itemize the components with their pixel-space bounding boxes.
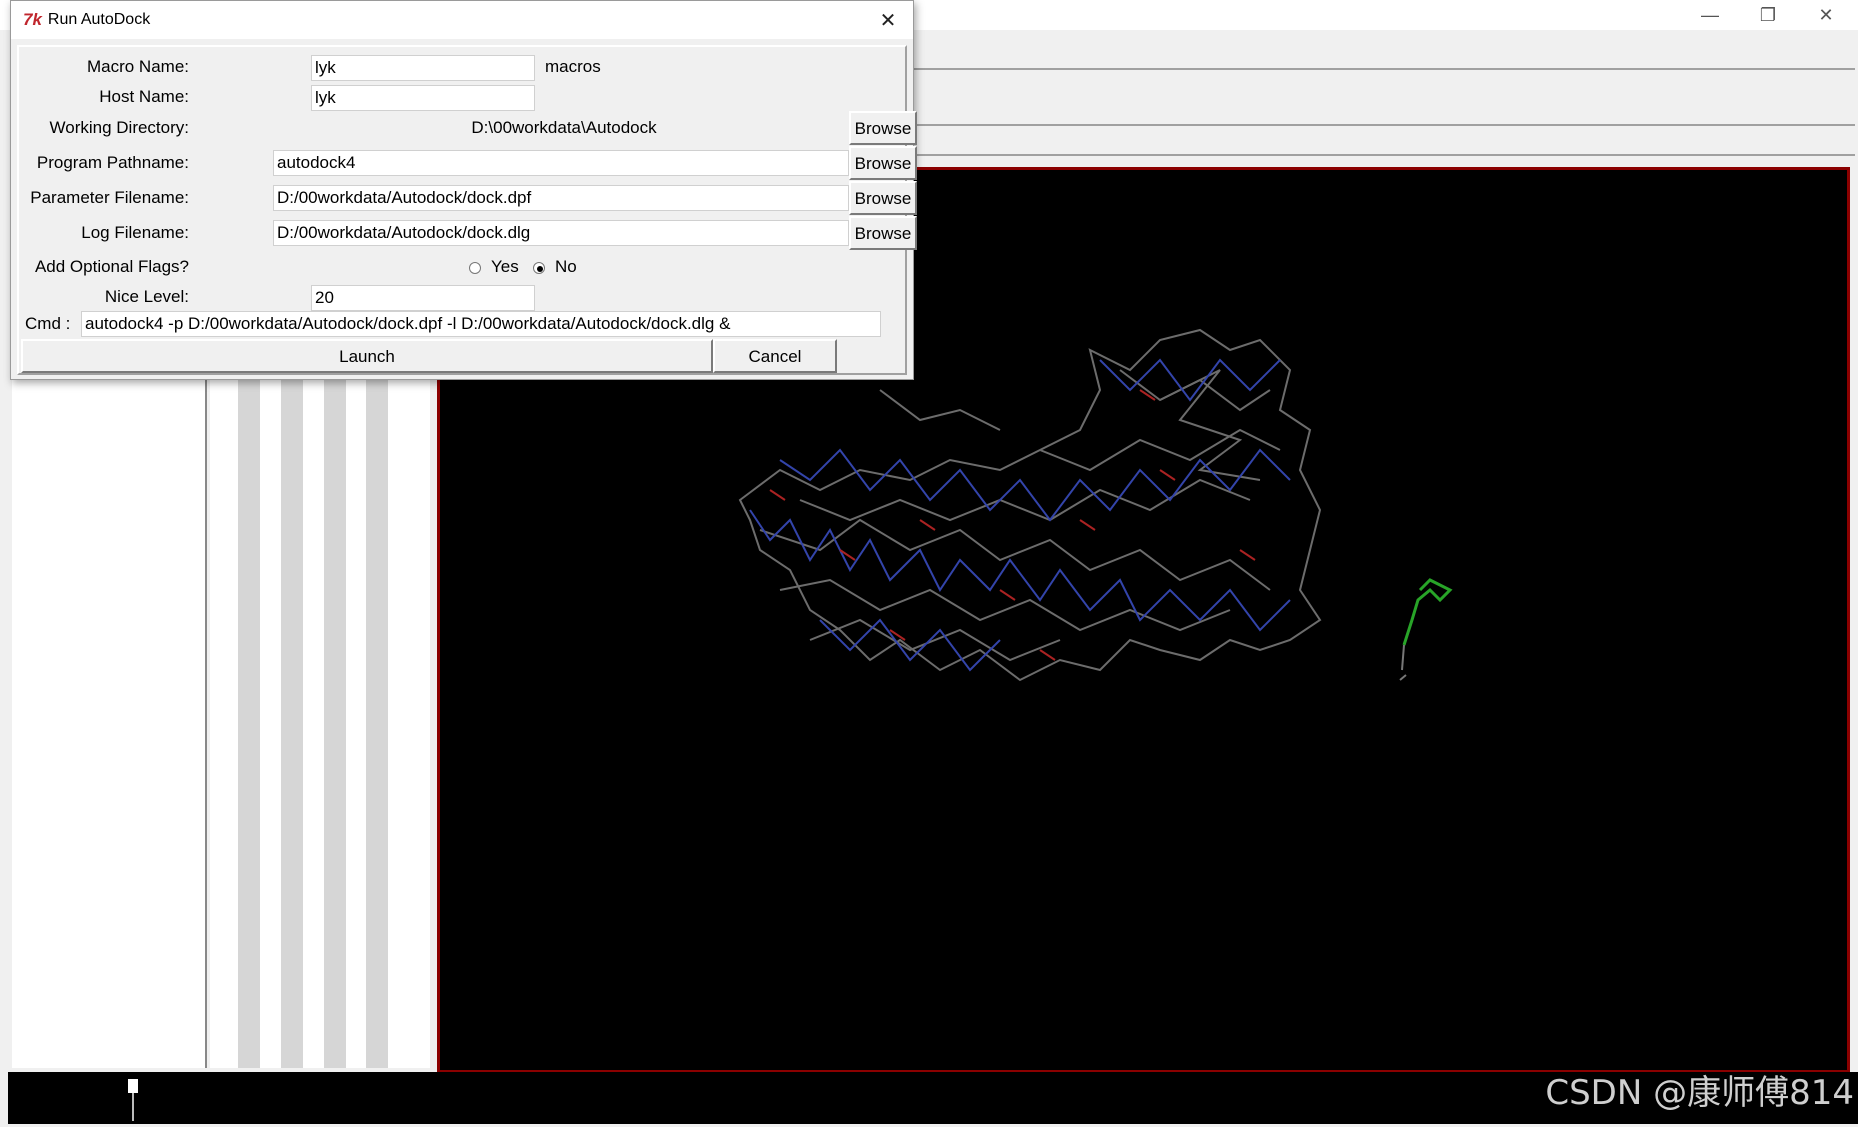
run-autodock-dialog: 7k Run AutoDock ✕ Macro Name: lyk macros… [10,0,917,380]
tk-icon: 7k [23,10,42,29]
dashboard-column[interactable] [281,380,303,1068]
working-directory-value: D:\00workdata\Autodock [279,115,859,141]
program-pathname-label: Program Pathname: [36,153,189,172]
toolbar-divider [900,124,1855,126]
log-filename-browse-button[interactable]: Browse [849,216,917,250]
macro-name-input[interactable]: lyk [311,55,535,81]
dashboard-panel [12,380,207,1068]
timeline-slider-track [132,1093,134,1121]
cmd-label: Cmd : [25,314,71,333]
launch-button[interactable]: Launch [21,339,713,373]
macro-name-label: Macro Name: [86,57,189,76]
program-pathname-browse-button[interactable]: Browse [849,146,917,180]
flags-no-label[interactable]: No [555,254,577,280]
dialog-body: Macro Name: lyk macros Host Name: lyk Wo… [17,45,917,375]
working-directory-browse-button[interactable]: Browse [849,111,917,145]
restore-icon[interactable]: ❐ [1740,0,1796,30]
flags-no-radio[interactable] [533,262,545,274]
minimize-icon[interactable]: — [1682,0,1738,30]
nice-level-input[interactable]: 20 [311,285,535,311]
parameter-filename-label: Parameter Filename: [30,188,189,207]
host-name-input[interactable]: lyk [311,85,535,111]
timeline-slider-thumb[interactable] [128,1079,138,1093]
log-filename-input[interactable]: D:/00workdata/Autodock/dock.dlg [273,220,849,246]
app-close-icon[interactable]: ✕ [1798,0,1854,30]
toolbar-divider [900,68,1855,70]
flags-yes-label[interactable]: Yes [491,254,519,280]
parameter-filename-browse-button[interactable]: Browse [849,181,917,215]
optional-flags-label: Add Optional Flags? [34,257,189,276]
dashboard-column[interactable] [366,380,388,1068]
parameter-filename-input[interactable]: D:/00workdata/Autodock/dock.dpf [273,185,849,211]
dialog-titlebar: 7k Run AutoDock [11,1,913,39]
nice-level-label: Nice Level: [104,287,189,306]
watermark: CSDN @康师傅814 [1545,1073,1854,1113]
host-name-label: Host Name: [99,87,189,106]
macros-label: macros [545,57,601,76]
dashboard-column[interactable] [238,380,260,1068]
flags-yes-radio[interactable] [469,262,481,274]
cancel-button[interactable]: Cancel [713,339,837,373]
working-directory-text: D:\00workdata\Autodock [471,118,657,137]
dashboard-column[interactable] [324,380,346,1068]
program-pathname-input[interactable]: autodock4 [273,150,849,176]
close-icon[interactable]: ✕ [873,5,903,35]
log-filename-label: Log Filename: [81,223,189,242]
dialog-title: Run AutoDock [47,11,151,28]
toolbar-divider [900,154,1855,156]
working-directory-label: Working Directory: [49,118,190,137]
cmd-input[interactable]: autodock4 -p D:/00workdata/Autodock/dock… [81,311,881,337]
